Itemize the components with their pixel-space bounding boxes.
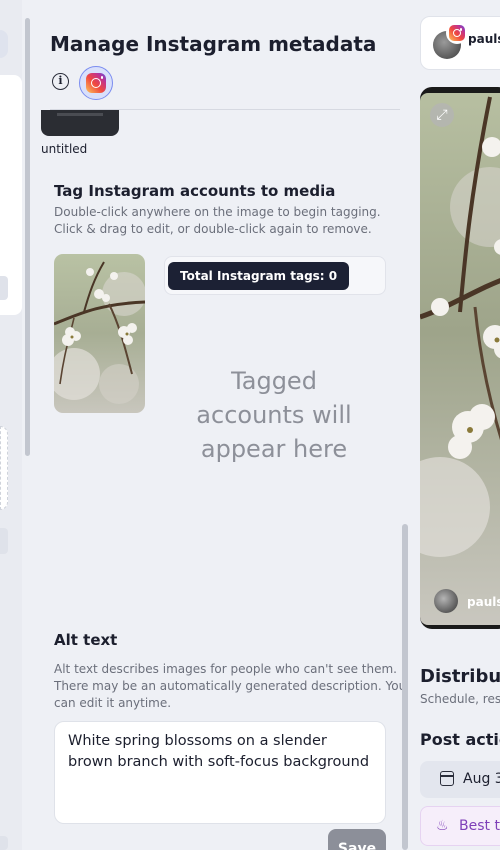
best-time-label: Best ti bbox=[459, 818, 500, 834]
info-icon[interactable]: i bbox=[52, 73, 69, 90]
distribute-heading: Distribute bbox=[420, 666, 500, 687]
blossom-preview-image bbox=[420, 93, 500, 625]
instagram-network-tab[interactable] bbox=[79, 66, 113, 100]
alt-text-input[interactable]: White spring blossoms on a slender brown… bbox=[54, 721, 386, 824]
instagram-metadata-panel: Manage Instagram metadata i untitled Tag… bbox=[30, 0, 410, 850]
background-card bbox=[0, 30, 8, 58]
flame-icon: ♨ bbox=[436, 818, 449, 834]
background-pill bbox=[0, 528, 8, 554]
tagging-heading: Tag Instagram accounts to media bbox=[54, 182, 336, 200]
distribute-subtitle: Schedule, resc bbox=[420, 692, 500, 706]
account-name: paulsy bbox=[468, 32, 500, 46]
total-tags-badge: Total Instagram tags: 0 bbox=[168, 262, 350, 290]
media-filename: untitled bbox=[41, 142, 88, 156]
avatar bbox=[434, 589, 458, 613]
panel-title: Manage Instagram metadata bbox=[50, 32, 377, 56]
expand-icon[interactable]: ⤢ bbox=[430, 103, 454, 127]
calendar-icon bbox=[440, 771, 454, 786]
alt-text-heading: Alt text bbox=[54, 631, 118, 649]
media-thumbnail[interactable] bbox=[41, 110, 119, 136]
tagging-hint: Double-click anywhere on the image to be… bbox=[54, 205, 381, 236]
save-button[interactable]: Save bbox=[328, 829, 386, 850]
preview-account-name: paulsy bbox=[467, 595, 500, 609]
instagram-icon bbox=[86, 73, 106, 93]
tagged-accounts-placeholder: Tagged accounts will appear here bbox=[196, 367, 352, 463]
scrollbar-thumb[interactable] bbox=[25, 18, 30, 456]
instagram-badge bbox=[446, 22, 468, 44]
alt-text-hint: Alt text describes images for people who… bbox=[54, 662, 407, 710]
instagram-icon bbox=[449, 25, 465, 41]
post-preview: paulsy ⤢ pau bbox=[412, 0, 500, 850]
background-pill bbox=[0, 276, 8, 300]
background-pill bbox=[0, 836, 8, 850]
scrollbar-thumb[interactable] bbox=[402, 524, 408, 850]
schedule-date-label: Aug 3 bbox=[463, 771, 500, 787]
tagging-image[interactable] bbox=[54, 254, 145, 413]
background-card bbox=[0, 426, 8, 510]
post-action-heading: Post action bbox=[420, 730, 500, 749]
tag-count-box: Total Instagram tags: 0 bbox=[164, 256, 386, 295]
blossom-image bbox=[54, 254, 145, 413]
preview-image bbox=[420, 87, 500, 629]
background-sidebar bbox=[0, 0, 22, 850]
